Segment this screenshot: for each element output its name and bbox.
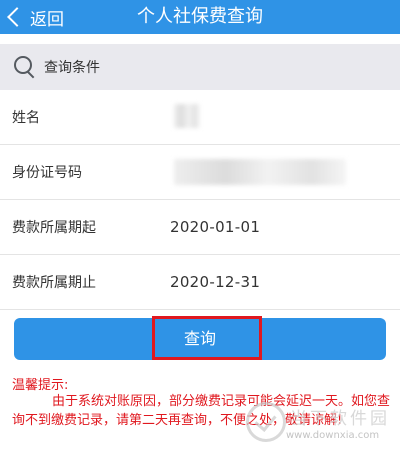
search-icon — [14, 56, 36, 79]
id-number-label: 身份证号码 — [12, 165, 82, 181]
period-start-row[interactable]: 费款所属期起 2020-01-01 — [0, 200, 400, 255]
social-insurance-query-screen: 返回 个人社保费查询 查询条件 姓名 身份证号码 费款所属期起 2020-01-… — [0, 0, 400, 460]
period-end-row[interactable]: 费款所属期止 2020-12-31 — [0, 255, 400, 310]
chevron-left-icon — [7, 7, 27, 27]
back-button[interactable]: 返回 — [6, 0, 64, 34]
query-button-label: 查询 — [183, 329, 216, 348]
top-app-bar: 返回 个人社保费查询 — [0, 0, 400, 34]
id-number-value-obscured — [174, 159, 346, 185]
search-conditions-label: 查询条件 — [44, 60, 100, 76]
search-conditions-header: 查询条件 — [0, 44, 400, 90]
back-label: 返回 — [30, 9, 64, 30]
tip-title: 温馨提示: — [12, 378, 69, 393]
period-end-label: 费款所属期止 — [12, 275, 96, 291]
name-row[interactable]: 姓名 — [0, 90, 400, 145]
watermark-text: 当下软件园 — [290, 409, 390, 429]
query-button[interactable]: 查询 — [14, 318, 386, 360]
watermark-logo-icon — [246, 402, 286, 442]
period-end-value[interactable]: 2020-12-31 — [170, 273, 260, 291]
name-value-obscured — [174, 104, 200, 128]
period-start-label: 费款所属期起 — [12, 220, 96, 236]
name-label: 姓名 — [12, 110, 40, 126]
id-number-row[interactable]: 身份证号码 — [0, 145, 400, 200]
watermark-url: www.downxia.com — [286, 430, 380, 441]
period-start-value[interactable]: 2020-01-01 — [170, 218, 260, 236]
